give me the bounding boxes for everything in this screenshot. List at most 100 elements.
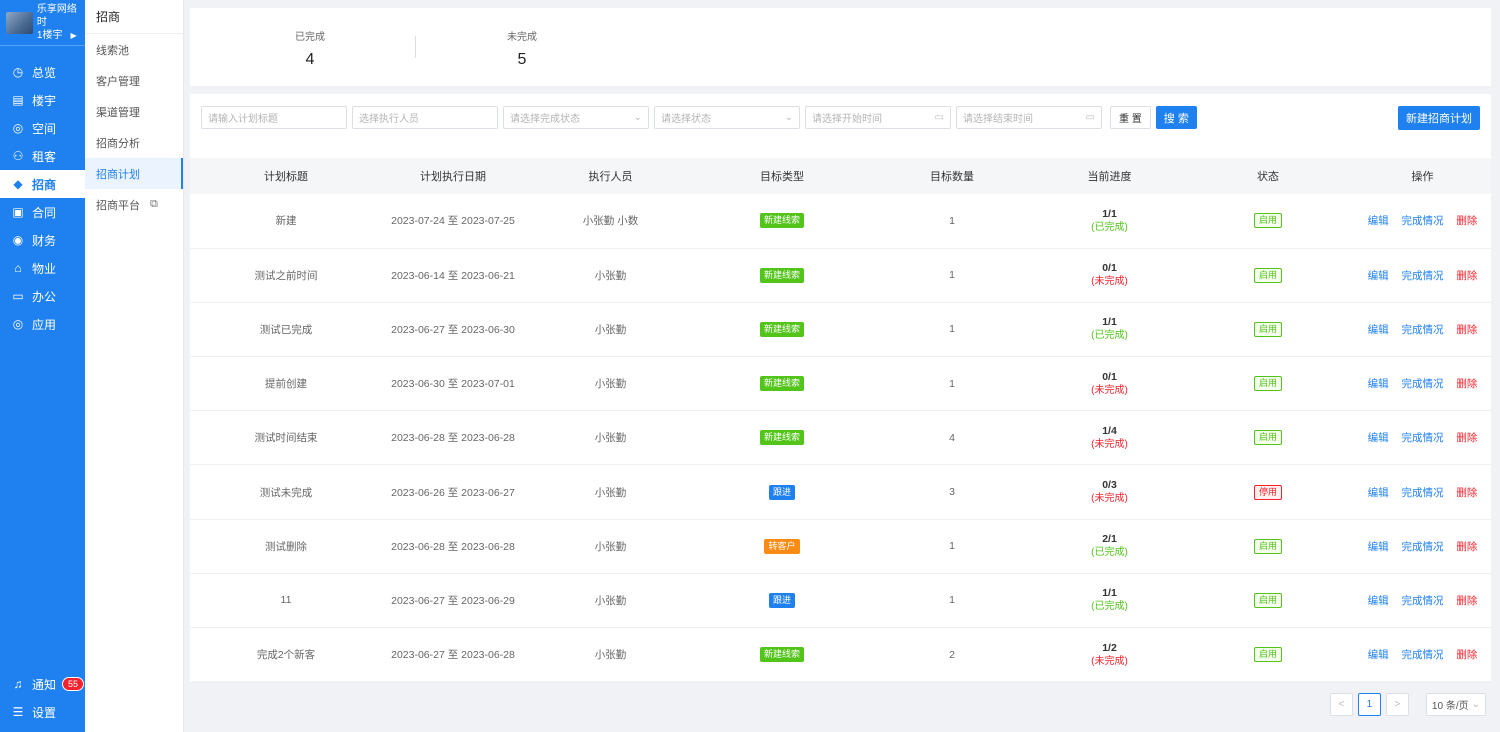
nav-item-2[interactable]: ◎ 空间 bbox=[0, 114, 85, 142]
plan-list-card: 请输入计划标题 选择执行人员 请选择完成状态 ⌄ 请选择状态 ⌄ 请选择开始时间 ▭ … bbox=[190, 94, 1491, 682]
nav-item-7[interactable]: ⌂ 物业 bbox=[0, 254, 85, 282]
edit-link[interactable]: 编辑 bbox=[1368, 649, 1389, 661]
cell-title: 测试未完成 bbox=[259, 486, 313, 499]
cell-status: 启用 bbox=[1182, 628, 1354, 682]
nav-label: 应用 bbox=[32, 317, 57, 332]
completion-link[interactable]: 完成情况 bbox=[1402, 324, 1444, 336]
delete-link[interactable]: 删除 bbox=[1456, 487, 1477, 499]
delete-link[interactable]: 删除 bbox=[1456, 649, 1477, 661]
executor-select[interactable]: 选择执行人员 bbox=[352, 106, 498, 129]
end-date-picker[interactable]: 请选择结束时间 ▭ bbox=[956, 106, 1102, 129]
cell-status: 启用 bbox=[1182, 411, 1354, 465]
cell-executor: 小张勤 bbox=[594, 594, 627, 607]
delete-link[interactable]: 删除 bbox=[1456, 432, 1477, 444]
cell-type: 新建线索 bbox=[697, 302, 867, 356]
cell-type: 新建线索 bbox=[697, 248, 867, 302]
nav-icon: ▭ bbox=[12, 289, 24, 303]
cell-actions: 编辑 完成情况 删除 bbox=[1354, 519, 1491, 573]
table-row: 完成2个新客 2023-06-27 至 2023-06-28 小张勤 新建线索 … bbox=[190, 628, 1491, 682]
delete-link[interactable]: 删除 bbox=[1456, 324, 1477, 336]
status-badge: 启用 bbox=[1253, 538, 1282, 554]
chevron-down-icon: ⌄ bbox=[784, 112, 793, 123]
completion-link[interactable]: 完成情况 bbox=[1402, 432, 1444, 444]
cell-date: 2023-06-26 至 2023-06-27 bbox=[391, 486, 515, 499]
table-row: 测试删除 2023-06-28 至 2023-06-28 小张勤 转客户 1 2… bbox=[190, 519, 1491, 574]
table-row: 测试已完成 2023-06-27 至 2023-06-30 小张勤 新建线索 1… bbox=[190, 302, 1491, 357]
delete-link[interactable]: 删除 bbox=[1456, 595, 1477, 607]
edit-link[interactable]: 编辑 bbox=[1368, 324, 1389, 336]
cell-progress: 1/2 (未完成) bbox=[1037, 628, 1182, 682]
edit-link[interactable]: 编辑 bbox=[1368, 487, 1389, 499]
delete-link[interactable]: 删除 bbox=[1456, 378, 1477, 390]
nav-label: 总览 bbox=[32, 65, 57, 80]
completion-link[interactable]: 完成情况 bbox=[1402, 595, 1444, 607]
completion-link[interactable]: 完成情况 bbox=[1402, 270, 1444, 282]
cell-progress: 1/4 (未完成) bbox=[1037, 411, 1182, 465]
nav-item-5[interactable]: ▣ 合同 bbox=[0, 198, 85, 226]
nav-label: 楼宇 bbox=[32, 93, 57, 108]
nav-item-9[interactable]: ◎ 应用 bbox=[0, 310, 85, 338]
cell-date: 2023-06-27 至 2023-06-30 bbox=[391, 323, 515, 336]
edit-link[interactable]: 编辑 bbox=[1368, 215, 1389, 227]
completion-link[interactable]: 完成情况 bbox=[1402, 378, 1444, 390]
stat-undone-value: 5 bbox=[517, 51, 527, 68]
reset-button[interactable]: 重 置 bbox=[1110, 106, 1151, 129]
brand-switcher[interactable]: 乐享网络时 1楼宇 ▶ bbox=[0, 0, 85, 46]
cell-progress: 2/1 (已完成) bbox=[1037, 519, 1182, 573]
cell-count: 1 bbox=[949, 377, 955, 390]
nav-item-3[interactable]: ⚇ 租客 bbox=[0, 142, 85, 170]
edit-link[interactable]: 编辑 bbox=[1368, 378, 1389, 390]
status-select[interactable]: 请选择状态 ⌄ bbox=[654, 106, 800, 129]
complete-status-select[interactable]: 请选择完成状态 ⌄ bbox=[503, 106, 649, 129]
cell-actions: 编辑 完成情况 删除 bbox=[1354, 302, 1491, 356]
submenu-item-3[interactable]: 招商分析 bbox=[85, 127, 183, 158]
submenu-item-5[interactable]: 招商平台 ⧉ bbox=[85, 189, 183, 220]
cell-status: 启用 bbox=[1182, 573, 1354, 627]
nav-item-0[interactable]: ◷ 总览 bbox=[0, 58, 85, 86]
completion-link[interactable]: 完成情况 bbox=[1402, 487, 1444, 499]
notify-label: 通知 bbox=[32, 677, 57, 692]
cell-type: 新建线索 bbox=[697, 357, 867, 411]
nav-label: 办公 bbox=[32, 289, 57, 304]
page-1-button[interactable]: 1 bbox=[1357, 693, 1381, 716]
nav-item-8[interactable]: ▭ 办公 bbox=[0, 282, 85, 310]
search-button[interactable]: 搜 索 bbox=[1155, 106, 1197, 129]
nav-item-notify[interactable]: ♫ 通知 55 bbox=[0, 670, 85, 698]
start-date-picker[interactable]: 请选择开始时间 ▭ bbox=[805, 106, 951, 129]
delete-link[interactable]: 删除 bbox=[1456, 541, 1477, 553]
edit-link[interactable]: 编辑 bbox=[1368, 270, 1389, 282]
completion-link[interactable]: 完成情况 bbox=[1402, 541, 1444, 553]
stat-undone-label: 未完成 bbox=[507, 32, 537, 43]
table-header: 计划标题 计划执行日期 执行人员 目标类型 目标数量 当前进度 状态 操作 bbox=[190, 158, 1491, 194]
table-row: 测试时间结束 2023-06-28 至 2023-06-28 小张勤 新建线索 … bbox=[190, 411, 1491, 465]
nav-item-1[interactable]: ▤ 楼宇 bbox=[0, 86, 85, 114]
submenu-item-2[interactable]: 渠道管理 bbox=[85, 96, 183, 127]
progress-value: 1/2 bbox=[1102, 641, 1117, 654]
delete-link[interactable]: 删除 bbox=[1456, 270, 1477, 282]
submenu-item-1[interactable]: 客户管理 bbox=[85, 65, 183, 96]
type-tag: 新建线索 bbox=[759, 321, 804, 337]
delete-link[interactable]: 删除 bbox=[1456, 215, 1477, 227]
nav-item-4[interactable]: ◆ 招商 bbox=[0, 170, 85, 198]
completion-link[interactable]: 完成情况 bbox=[1402, 649, 1444, 661]
nav-icon: ◎ bbox=[12, 121, 24, 135]
progress-status: (未完成) bbox=[1091, 276, 1128, 288]
submenu-item-4[interactable]: 招商计划 bbox=[85, 158, 183, 189]
cell-executor: 小张勤 bbox=[594, 486, 627, 499]
submenu-item-0[interactable]: 线索池 bbox=[85, 34, 183, 65]
completion-link[interactable]: 完成情况 bbox=[1402, 215, 1444, 227]
notify-count-badge: 55 bbox=[62, 677, 85, 691]
nav-item-6[interactable]: ◉ 财务 bbox=[0, 226, 85, 254]
stat-done-value: 4 bbox=[305, 51, 315, 68]
cell-executor: 小张勤 bbox=[594, 323, 627, 336]
new-plan-button[interactable]: 新建招商计划 bbox=[1398, 106, 1480, 130]
prev-page-button[interactable]: < bbox=[1329, 693, 1353, 716]
edit-link[interactable]: 编辑 bbox=[1368, 595, 1389, 607]
title-input[interactable]: 请输入计划标题 bbox=[201, 106, 347, 129]
edit-link[interactable]: 编辑 bbox=[1368, 432, 1389, 444]
page-size-select[interactable]: 10 条/页 ⌄ bbox=[1425, 693, 1486, 716]
column-header: 当前进度 bbox=[1087, 171, 1132, 183]
edit-link[interactable]: 编辑 bbox=[1368, 541, 1389, 553]
next-page-button[interactable]: > bbox=[1385, 693, 1409, 716]
nav-item-settings[interactable]: ☰ 设置 bbox=[0, 698, 85, 726]
